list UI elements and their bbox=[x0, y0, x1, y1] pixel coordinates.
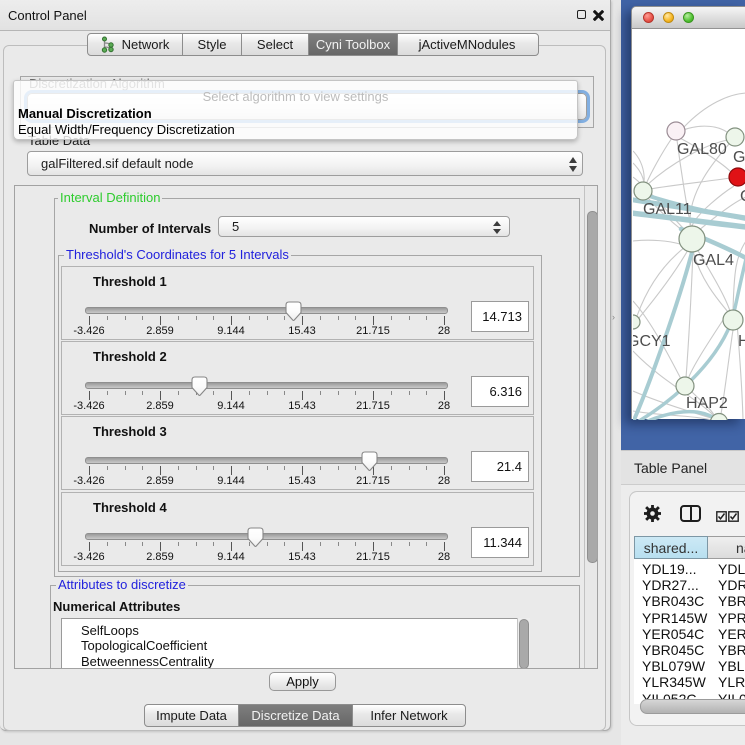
svg-text:HAP2: HAP2 bbox=[686, 395, 728, 412]
svg-text:GAL4: GAL4 bbox=[693, 252, 734, 269]
svg-text:GAL11: GAL11 bbox=[643, 201, 692, 218]
svg-text:GAL80: GAL80 bbox=[677, 141, 727, 158]
svg-text:GCY1: GCY1 bbox=[633, 333, 671, 350]
svg-text:GA: GA bbox=[733, 149, 745, 166]
svg-text:H: H bbox=[738, 333, 745, 350]
svg-text:C: C bbox=[740, 188, 745, 205]
